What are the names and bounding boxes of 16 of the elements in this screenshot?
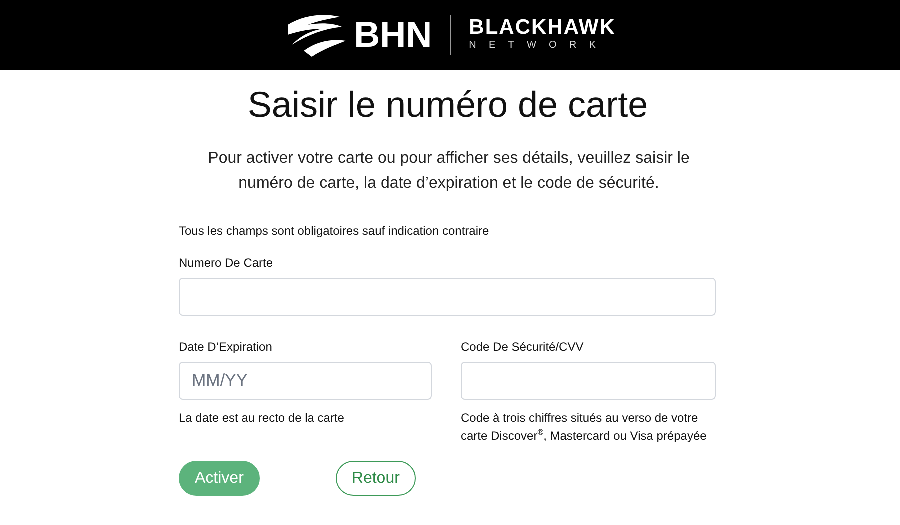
brand-tagline: NETWORK [469,39,610,53]
help-text: Code à trois chiffres situés au verso de votre carte Discover$^{®}$, Mastercard ou Visa prépayée [461,410,708,445]
field-label: Numero De Carte [179,256,274,270]
activate-button[interactable]: Activer [179,461,260,496]
help-text: La date est au recto de la carte [179,410,346,427]
input-field[interactable] [179,278,716,316]
intro-text: Pour activer votre carte ou pour afficher ses détails, veuillez saisir le numéro de carte, la date d’expiration et le code de sécurité. [207,149,691,194]
input-field[interactable]: MM/YY [179,362,432,400]
brand-name: BLACKHAWK [469,17,616,39]
required-note: Tous les champs sont obligatoires sauf indication contraire [179,224,490,238]
logo-mark: BHN [354,14,432,56]
field-label: Code De Sécurité/CVV [461,340,585,354]
input-field[interactable] [461,362,716,400]
back-button[interactable]: Retour [336,461,416,496]
field-label: Date D’Expiration [179,340,274,354]
page-title: Saisir le numéro de carte [246,84,650,126]
